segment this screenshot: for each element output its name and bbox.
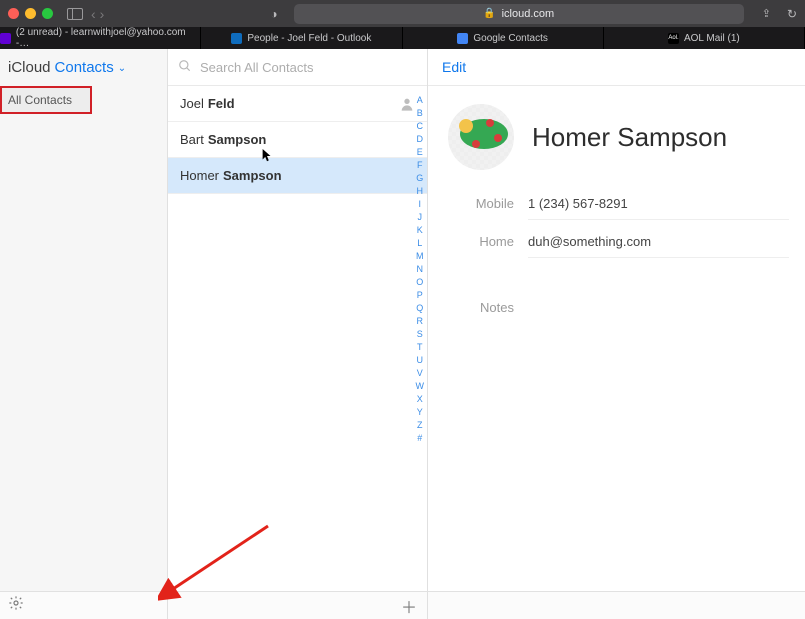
- forward-button-icon[interactable]: ›: [100, 6, 105, 22]
- alpha-letter[interactable]: V: [416, 368, 425, 378]
- alpha-letter[interactable]: J: [416, 212, 425, 222]
- contact-row-joel-feld[interactable]: Joel Feld: [168, 86, 427, 122]
- window-traffic-lights[interactable]: [8, 8, 53, 19]
- alpha-letter[interactable]: M: [416, 251, 425, 261]
- tab-label: (2 unread) - learnwithjoel@yahoo.com -…: [16, 27, 200, 49]
- add-contact-button[interactable]: ＋: [401, 594, 417, 618]
- settings-gear-icon[interactable]: [8, 595, 24, 616]
- me-card-icon: [399, 96, 415, 112]
- edit-button[interactable]: Edit: [442, 59, 466, 75]
- browser-tab-bar: (2 unread) - learnwithjoel@yahoo.com -… …: [0, 27, 805, 49]
- zoom-window-icon[interactable]: [42, 8, 53, 19]
- sidebar-toggle-icon[interactable]: [67, 8, 83, 20]
- share-icon[interactable]: ⇪: [762, 7, 771, 20]
- alpha-letter[interactable]: G: [416, 173, 425, 183]
- search-bar[interactable]: [168, 49, 427, 86]
- field-label: Mobile: [448, 196, 528, 211]
- contact-row-bart-sampson[interactable]: Bart Sampson: [168, 122, 427, 158]
- reload-icon[interactable]: ↻: [787, 7, 797, 21]
- search-input[interactable]: [200, 60, 417, 75]
- alpha-index[interactable]: A B C D E F G H I J K L M N O P Q R S T …: [416, 95, 425, 443]
- address-bar[interactable]: 🔒 icloud.com: [294, 4, 744, 24]
- tab-google-contacts[interactable]: Google Contacts: [403, 27, 604, 49]
- alpha-letter[interactable]: A: [416, 95, 425, 105]
- contact-first: Joel: [180, 96, 204, 111]
- alpha-letter[interactable]: Q: [416, 303, 425, 313]
- alpha-letter[interactable]: E: [416, 147, 425, 157]
- alpha-letter[interactable]: Z: [416, 420, 425, 430]
- contact-row-homer-sampson[interactable]: Homer Sampson: [168, 158, 427, 194]
- field-value-email[interactable]: duh@something.com: [528, 234, 789, 258]
- alpha-letter[interactable]: W: [416, 381, 425, 391]
- aol-favicon-icon: Aol.: [668, 33, 679, 44]
- alpha-letter[interactable]: R: [416, 316, 425, 326]
- field-label: Notes: [448, 300, 528, 315]
- field-mobile: Mobile 1 (234) 567-8291: [448, 196, 789, 220]
- alpha-letter[interactable]: #: [416, 433, 425, 443]
- alpha-letter[interactable]: S: [416, 329, 425, 339]
- app-title-prefix: iCloud: [8, 59, 51, 76]
- field-notes: Notes: [448, 272, 789, 315]
- contact-last: Sampson: [208, 132, 267, 147]
- search-icon: [178, 59, 192, 76]
- close-window-icon[interactable]: [8, 8, 19, 19]
- tab-outlook-people[interactable]: People - Joel Feld - Outlook: [201, 27, 402, 49]
- alpha-letter[interactable]: B: [416, 108, 425, 118]
- contact-avatar[interactable]: [448, 104, 514, 170]
- alpha-letter[interactable]: O: [416, 277, 425, 287]
- alpha-letter[interactable]: C: [416, 121, 425, 131]
- alpha-letter[interactable]: F: [416, 160, 425, 170]
- field-label: Home: [448, 234, 528, 249]
- lock-icon: 🔒: [483, 8, 495, 19]
- alpha-letter[interactable]: P: [416, 290, 425, 300]
- sidebar-item-all-contacts[interactable]: All Contacts: [0, 86, 92, 114]
- alpha-letter[interactable]: U: [416, 355, 425, 365]
- google-favicon-icon: [457, 33, 468, 44]
- chevron-down-icon: ⌄: [118, 63, 126, 74]
- address-host: icloud.com: [502, 8, 555, 20]
- alpha-letter[interactable]: Y: [416, 407, 425, 417]
- tab-label: People - Joel Feld - Outlook: [247, 33, 371, 44]
- alpha-letter[interactable]: I: [416, 199, 425, 209]
- yahoo-favicon-icon: [0, 33, 11, 44]
- sidebar-item-label: All Contacts: [8, 93, 72, 107]
- alpha-letter[interactable]: D: [416, 134, 425, 144]
- alpha-letter[interactable]: N: [416, 264, 425, 274]
- tab-label: AOL Mail (1): [684, 33, 740, 44]
- alpha-letter[interactable]: H: [416, 186, 425, 196]
- contact-last: Feld: [208, 96, 235, 111]
- field-home-email: Home duh@something.com: [448, 234, 789, 258]
- field-value-notes[interactable]: [528, 272, 789, 312]
- alpha-letter[interactable]: K: [416, 225, 425, 235]
- back-button-icon[interactable]: ‹: [91, 6, 96, 22]
- privacy-shield-icon[interactable]: ◑: [270, 7, 277, 21]
- tab-aol-mail[interactable]: Aol. AOL Mail (1): [604, 27, 805, 49]
- tab-label: Google Contacts: [473, 33, 548, 44]
- alpha-letter[interactable]: X: [416, 394, 425, 404]
- outlook-favicon-icon: [231, 33, 242, 44]
- contact-display-name: Homer Sampson: [532, 122, 727, 153]
- alpha-letter[interactable]: L: [416, 238, 425, 248]
- contact-last: Sampson: [223, 168, 282, 183]
- minimize-window-icon[interactable]: [25, 8, 36, 19]
- tab-yahoo-mail[interactable]: (2 unread) - learnwithjoel@yahoo.com -…: [0, 27, 201, 49]
- alpha-letter[interactable]: T: [416, 342, 425, 352]
- contact-first: Homer: [180, 168, 219, 183]
- app-title[interactable]: iCloud Contacts ⌄: [0, 49, 167, 86]
- contact-first: Bart: [180, 132, 204, 147]
- field-value-phone[interactable]: 1 (234) 567-8291: [528, 196, 789, 220]
- app-title-main: Contacts: [55, 59, 114, 76]
